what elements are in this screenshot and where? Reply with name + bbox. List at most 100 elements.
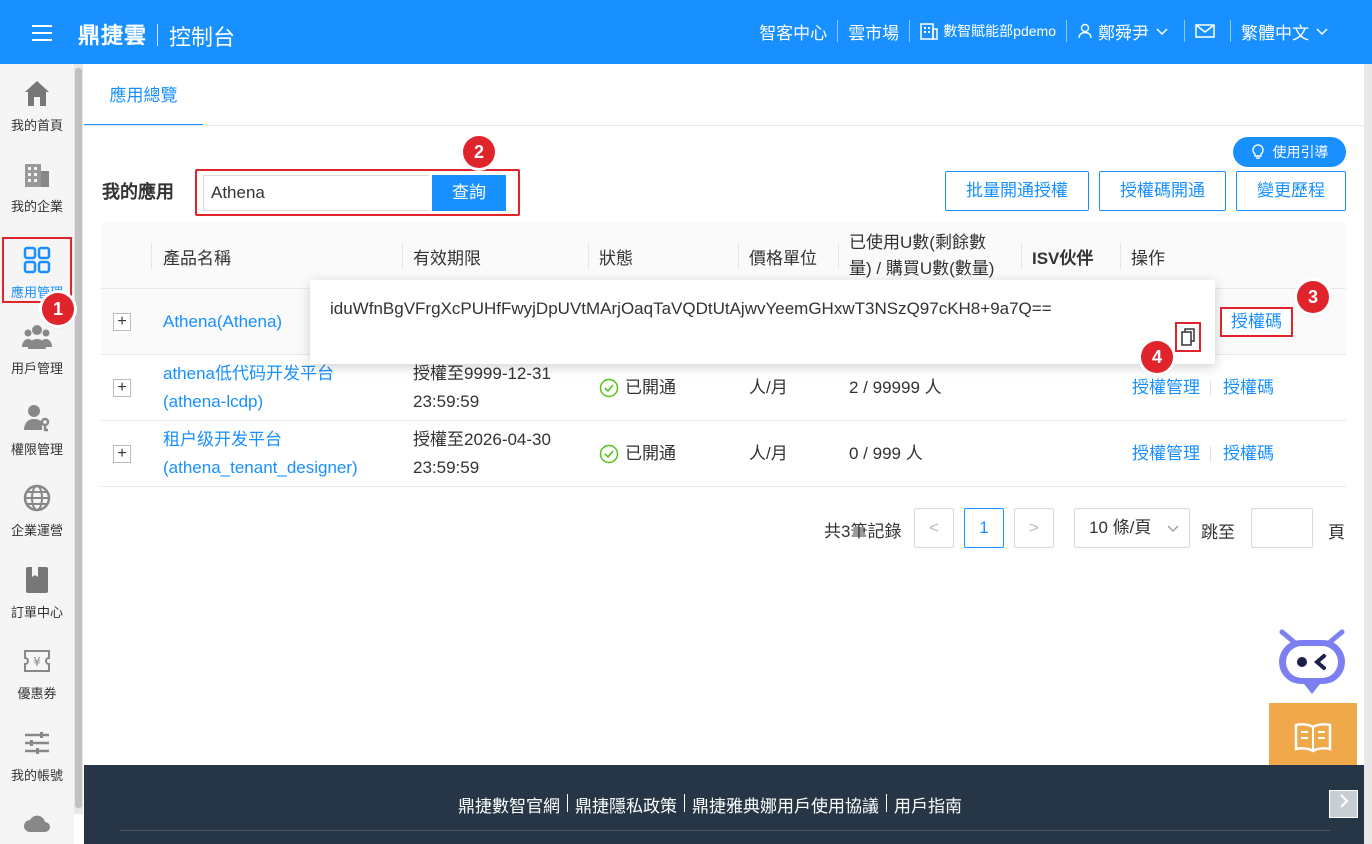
sliders-icon	[25, 732, 49, 754]
validity-line2: 23:59:59	[413, 392, 480, 411]
brand-logo[interactable]: 鼎捷雲	[78, 18, 147, 50]
nav-user-label: 鄭舜尹	[1098, 23, 1149, 43]
sidebar-scrollbar[interactable]	[74, 64, 83, 814]
sidebar-label: 訂單中心	[10, 605, 63, 620]
brand-divider	[157, 24, 158, 46]
nav-language[interactable]: 繁體中文	[1231, 20, 1344, 43]
sidebar-item-permissions[interactable]: 權限管理	[0, 388, 74, 468]
page-size-select[interactable]: 10 條/頁	[1074, 508, 1190, 548]
auth-manage-link[interactable]: 授權管理	[1132, 374, 1200, 402]
header-usage-line1: 已使用U數(剩餘數	[849, 233, 986, 252]
sidebar-item-home[interactable]: 我的首頁	[0, 64, 74, 144]
coupon-icon: ¥	[24, 650, 50, 672]
footer: 鼎捷數智官網 鼎捷隱私政策 鼎捷雅典娜用戶使用協議 用戶指南	[84, 765, 1364, 844]
header-product: 產品名稱	[163, 248, 231, 268]
sidebar-scroll-thumb[interactable]	[75, 68, 82, 808]
tab-app-overview[interactable]: 應用總覽	[84, 66, 203, 126]
bookmark-icon	[26, 567, 48, 593]
sidebar-item-enterprise[interactable]: 我的企業	[0, 145, 74, 225]
header-divider	[1120, 243, 1121, 269]
chevron-down-icon	[1156, 28, 1168, 36]
pagination-next[interactable]: >	[1014, 508, 1054, 548]
usage-guide-button[interactable]: 使用引導	[1233, 137, 1346, 167]
mail-icon	[1195, 24, 1215, 38]
auth-code-link[interactable]: 授權碼	[1223, 440, 1274, 468]
page-size-label: 10 條/頁	[1089, 518, 1152, 537]
book-icon	[1294, 723, 1332, 753]
nav-cloud-market[interactable]: 雲市場	[838, 20, 911, 43]
status-cell: 已開通	[599, 421, 676, 487]
header-usage-line2: 量) / 購買U數(數量)	[849, 259, 995, 278]
price-unit-cell: 人/月	[749, 378, 788, 397]
ops-divider	[1210, 446, 1211, 462]
sidebar-item-coupons[interactable]: ¥ 優惠券	[0, 632, 74, 712]
brand-subtitle: 控制台	[169, 25, 236, 50]
footer-link-agreement[interactable]: 鼎捷雅典娜用戶使用協議	[692, 792, 879, 817]
nav-org[interactable]: 數智賦能部pdemo	[910, 20, 1067, 42]
auth-code-text: iduWfnBgVFrgXcPUHfFwyjDpUVtMArjOaqTaVQDt…	[330, 299, 1052, 318]
chevron-down-icon	[1316, 28, 1328, 36]
copy-button[interactable]	[1175, 322, 1201, 352]
expand-row-button[interactable]: +	[113, 313, 131, 331]
expand-row-button[interactable]: +	[113, 379, 131, 397]
product-name-link[interactable]: Athena(Athena)	[163, 289, 282, 355]
footer-link-official[interactable]: 鼎捷數智官網	[458, 792, 560, 817]
search-input[interactable]	[203, 175, 429, 211]
validity-cell: 授權至9999-12-31 23:59:59	[413, 355, 551, 421]
auth-code-link-highlighted[interactable]: 授權碼	[1220, 307, 1293, 337]
pagination-goto-input[interactable]	[1251, 508, 1313, 548]
home-icon	[25, 81, 49, 106]
check-circle-icon	[599, 378, 619, 398]
sidebar: 我的首頁 我的企業 應用管理 用戶管理 權限管理 企業運營 訂單中心 ¥ 優惠券	[0, 64, 74, 844]
users-icon	[22, 325, 52, 349]
chatbot-icon[interactable]	[1276, 628, 1348, 696]
header-divider	[151, 243, 152, 269]
footer-links: 鼎捷數智官網 鼎捷隱私政策 鼎捷雅典娜用戶使用協議 用戶指南	[458, 792, 962, 817]
app-root: 鼎捷雲 控制台 智客中心 雲市場 數智賦能部pdemo 鄭舜尹 繁體中文 我的首…	[0, 0, 1372, 844]
status-label: 已開通	[625, 378, 676, 397]
search-highlight: 查詢	[195, 169, 520, 216]
footer-link-privacy[interactable]: 鼎捷隱私政策	[575, 792, 677, 817]
sidebar-label: 用戶管理	[10, 361, 63, 376]
product-name-link[interactable]: 租户级开发平台 (athena_tenant_designer)	[163, 421, 358, 487]
auth-code-open-button[interactable]: 授權碼開通	[1099, 171, 1226, 211]
step-badge-3: 3	[1297, 281, 1329, 313]
footer-link-guide[interactable]: 用戶指南	[894, 792, 962, 817]
user-icon	[1078, 23, 1092, 39]
expand-row-button[interactable]: +	[113, 445, 131, 463]
validity-cell: 授權至2026-04-30 23:59:59	[413, 421, 551, 487]
sidebar-label: 權限管理	[10, 442, 63, 457]
product-name-link[interactable]: athena低代码开发平台 (athena-lcdp)	[163, 355, 334, 421]
nav-user[interactable]: 鄭舜尹	[1067, 20, 1185, 43]
sidebar-item-operations[interactable]: 企業運營	[0, 469, 74, 549]
sidebar-label: 我的首頁	[10, 118, 63, 133]
nav-org-label: 數智賦能部pdemo	[943, 23, 1056, 39]
building-icon	[920, 23, 938, 40]
header-divider	[838, 243, 839, 269]
footer-divider	[684, 794, 685, 812]
pagination-prev[interactable]: <	[914, 508, 954, 548]
auth-code-link[interactable]: 授權碼	[1223, 374, 1274, 402]
sidebar-item-account[interactable]: 我的帳號	[0, 714, 74, 794]
nav-customer-center[interactable]: 智客中心	[749, 20, 839, 43]
auth-manage-link[interactable]: 授權管理	[1132, 440, 1200, 468]
batch-authorize-button[interactable]: 批量開通授權	[945, 171, 1089, 211]
header-divider	[588, 243, 589, 269]
product-name-line1: 租户级开发平台	[163, 430, 282, 449]
copy-icon	[1181, 328, 1195, 346]
cloud-icon[interactable]	[22, 810, 52, 840]
nav-mail[interactable]	[1185, 20, 1231, 42]
search-button[interactable]: 查詢	[432, 175, 506, 211]
menu-icon[interactable]	[32, 25, 52, 41]
pagination-page-unit: 頁	[1328, 523, 1345, 542]
lightbulb-icon	[1251, 144, 1264, 159]
price-unit-cell: 人/月	[749, 444, 788, 463]
sidebar-label: 我的帳號	[10, 768, 63, 783]
sidebar-item-orders[interactable]: 訂單中心	[0, 551, 74, 631]
footer-expand-button[interactable]	[1329, 790, 1358, 818]
pagination-page[interactable]: 1	[964, 508, 1004, 548]
page-scrollbar[interactable]	[1364, 64, 1372, 844]
ops-cell: 授權管理 授權碼	[1132, 421, 1274, 487]
chevron-down-icon	[1167, 525, 1179, 532]
change-history-button[interactable]: 變更歷程	[1236, 171, 1346, 211]
